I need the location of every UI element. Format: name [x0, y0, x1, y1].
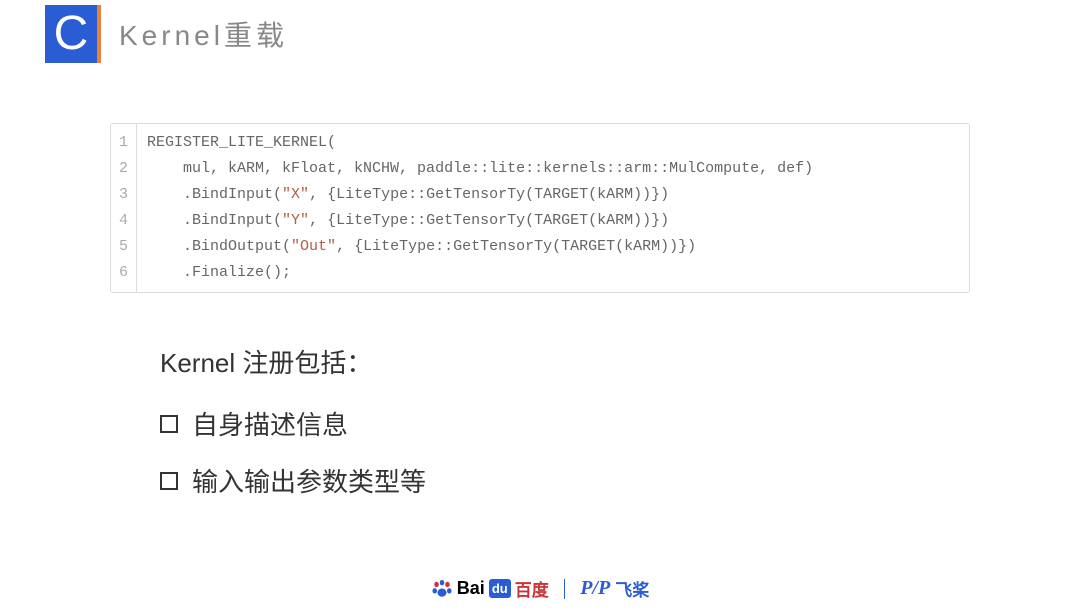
bullet-box-icon [160, 415, 178, 433]
code-content: REGISTER_LITE_KERNEL( mul, kARM, kFloat,… [137, 124, 823, 292]
paw-icon [431, 579, 453, 599]
text-section: Kernel 注册包括： 自身描述信息 输入输出参数类型等 [160, 343, 1080, 499]
code-line: REGISTER_LITE_KERNEL( [147, 130, 813, 156]
divider [564, 579, 566, 599]
bullet-text: 自身描述信息 [192, 405, 348, 442]
baidu-cn-text: 百度 [515, 576, 549, 601]
section-heading: Kernel 注册包括： [160, 343, 1080, 380]
line-num: 6 [119, 260, 128, 286]
baidu-du-box: du [489, 579, 511, 598]
line-num: 3 [119, 182, 128, 208]
code-block: 1 2 3 4 5 6 REGISTER_LITE_KERNEL( mul, k… [110, 123, 970, 293]
line-num: 2 [119, 156, 128, 182]
line-num: 5 [119, 234, 128, 260]
slide-title: Kernel重载 [119, 14, 288, 54]
code-line: .BindOutput("Out", {LiteType::GetTensorT… [147, 234, 813, 260]
paddle-logo: P/P 飞桨 [580, 576, 649, 601]
accent-bar [97, 5, 101, 63]
line-num: 4 [119, 208, 128, 234]
bullet-text: 输入输出参数类型等 [192, 462, 426, 499]
baidu-bai-text: Bai [457, 578, 485, 599]
line-numbers: 1 2 3 4 5 6 [111, 124, 137, 292]
footer: Baidu 百度 P/P 飞桨 [0, 576, 1080, 601]
code-line: .BindInput("X", {LiteType::GetTensorTy(T… [147, 182, 813, 208]
paddle-script-icon: P/P [580, 577, 610, 600]
code-line: .Finalize(); [147, 260, 813, 286]
code-line: mul, kARM, kFloat, kNCHW, paddle::lite::… [147, 156, 813, 182]
line-num: 1 [119, 130, 128, 156]
section-letter: C [45, 5, 97, 63]
bullet-item: 输入输出参数类型等 [160, 462, 1080, 499]
code-line: .BindInput("Y", {LiteType::GetTensorTy(T… [147, 208, 813, 234]
slide-header: C Kernel重载 [0, 5, 1080, 63]
paddle-cn-text: 飞桨 [615, 576, 649, 601]
baidu-logo: Baidu 百度 [431, 576, 549, 601]
bullet-box-icon [160, 472, 178, 490]
bullet-item: 自身描述信息 [160, 405, 1080, 442]
